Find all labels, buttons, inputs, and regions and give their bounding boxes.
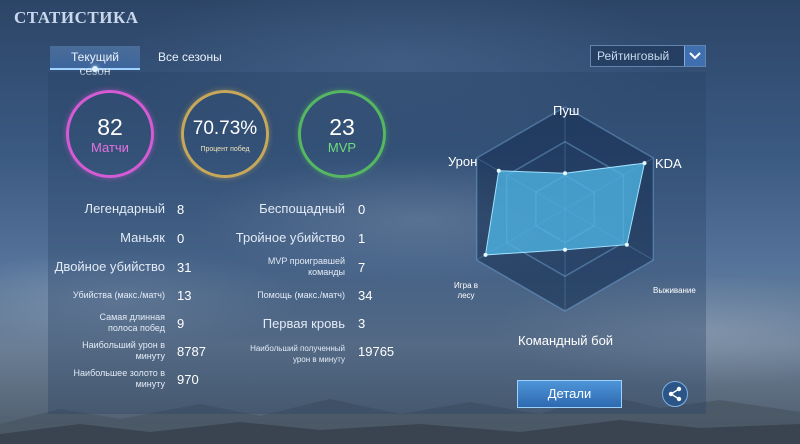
stat-label-win-streak: Самая длинная полоса побед — [99, 312, 165, 333]
stat-value-double-kill: 31 — [177, 260, 192, 275]
stat-value-triple-kill: 1 — [358, 231, 366, 246]
stat-value-assists-max: 34 — [358, 288, 373, 303]
stat-label-triple-kill: Тройное убийство — [235, 230, 345, 245]
tab-all-seasons-label: Все сезоны — [158, 50, 222, 64]
radar-label-jungle: Игра в лесу — [453, 281, 479, 300]
tab-all-seasons[interactable]: Все сезоны — [148, 46, 232, 70]
stat-value-win-streak: 9 — [177, 316, 185, 331]
radar-point — [642, 161, 647, 166]
stat-label-gold-per-minute: Наибольшее золото в минуту — [73, 368, 165, 389]
details-button[interactable]: Детали — [517, 380, 622, 408]
win-rate-value: 70.73% — [192, 117, 258, 139]
win-rate-label: Процент побед — [200, 145, 250, 153]
stat-value-damage-per-minute: 8787 — [177, 344, 206, 359]
stat-label-merciless: Беспощадный — [259, 201, 345, 216]
mode-select[interactable]: Рейтинговый — [590, 45, 706, 67]
stat-value-gold-per-minute: 970 — [177, 372, 199, 387]
radar-label-push: Пуш — [553, 103, 580, 118]
matches-circle: 82 Матчи — [66, 90, 154, 178]
radar-label-survival: Выживание — [653, 286, 696, 295]
radar-point — [483, 252, 488, 257]
mvp-value: 23 — [329, 113, 355, 140]
mvp-circle: 23 MVP — [298, 90, 386, 178]
share-button[interactable] — [662, 381, 688, 407]
season-tabs: Текущий сезон Все сезоны — [50, 46, 232, 78]
radar-point — [624, 242, 629, 247]
stat-value-legendary: 8 — [177, 202, 185, 217]
stat-label-mvp-losing: MVP проигравшей команды — [267, 256, 345, 277]
matches-value: 82 — [97, 113, 123, 140]
stat-label-first-blood: Первая кровь — [262, 316, 345, 331]
tab-current-season[interactable]: Текущий сезон — [50, 46, 140, 78]
stat-value-merciless: 0 — [358, 202, 366, 217]
stat-label-damage-taken: Наибольший полученный урон в минуту — [250, 344, 345, 364]
mode-select-value: Рейтинговый — [597, 49, 670, 63]
stat-label-damage-per-minute: Наибольший урон в минуту — [82, 340, 165, 361]
stat-label-assists-max: Помощь (макс./матч) — [257, 290, 345, 300]
stat-value-first-blood: 3 — [358, 316, 366, 331]
stat-label-maniac: Маньяк — [120, 230, 165, 245]
radar-label-teamfight: Командный бой — [518, 333, 614, 348]
radar-data-area — [484, 162, 646, 256]
radar-point — [496, 168, 501, 173]
radar-chart — [475, 106, 655, 312]
radar-point — [563, 171, 567, 176]
chevron-down-icon[interactable] — [684, 46, 705, 66]
stat-label-double-kill: Двойное убийство — [54, 259, 165, 274]
radar-label-damage: Урон — [448, 154, 478, 169]
stat-value-maniac: 0 — [177, 231, 185, 246]
radar-point — [563, 247, 567, 252]
stat-label-legendary: Легендарный — [84, 201, 165, 216]
page-title: СТАТИСТИКА — [14, 8, 139, 27]
radar-label-kda: KDA — [655, 156, 682, 171]
share-icon — [668, 386, 682, 402]
stat-value-kills-max: 13 — [177, 288, 192, 303]
mvp-label: MVP — [327, 139, 357, 155]
stat-value-mvp-losing: 7 — [358, 260, 366, 275]
stat-value-damage-taken: 19765 — [358, 344, 395, 359]
stat-label-kills-max: Убийства (макс./матч) — [72, 290, 165, 300]
matches-label: Матчи — [91, 139, 129, 155]
win-rate-circle: 70.73% Процент побед — [181, 90, 269, 178]
